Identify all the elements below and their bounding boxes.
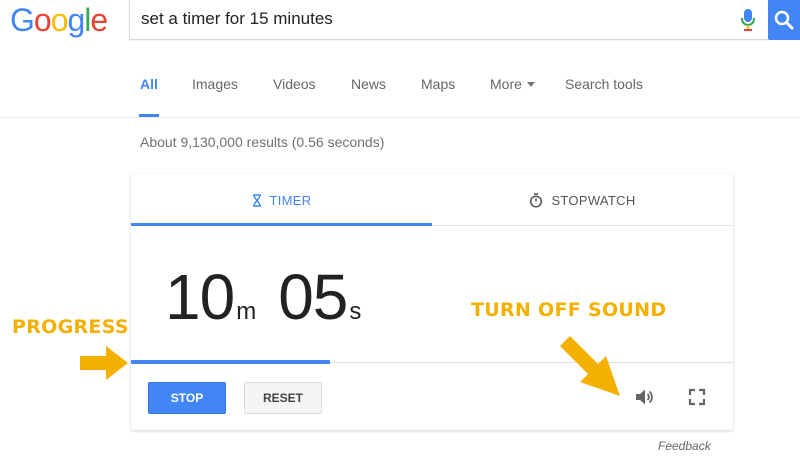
reset-button[interactable]: RESET	[244, 382, 322, 414]
tab-search-tools[interactable]: Search tools	[565, 76, 643, 92]
tab-all[interactable]: All	[140, 76, 158, 92]
tab-timer-label: TIMER	[269, 192, 312, 208]
mic-icon[interactable]	[740, 8, 756, 32]
logo-letter: G	[10, 2, 35, 38]
stop-button[interactable]: STOP	[148, 382, 226, 414]
timer-seconds: 05	[278, 261, 348, 333]
search-query: set a timer for 15 minutes	[141, 9, 333, 28]
timer-card-tabs: TIMER STOPWATCH	[131, 174, 733, 226]
header: Google set a timer for 15 minutes	[0, 0, 800, 40]
logo-letter: e	[90, 2, 108, 38]
logo-letter: o	[33, 2, 52, 38]
logo-letter: o	[50, 2, 69, 38]
feedback-link[interactable]: Feedback	[658, 439, 711, 453]
tab-news[interactable]: News	[351, 76, 386, 92]
google-logo[interactable]: Google	[10, 2, 108, 39]
annotation-arrow-right-icon	[80, 346, 128, 380]
tab-videos[interactable]: Videos	[273, 76, 316, 92]
active-tab-indicator	[139, 114, 159, 117]
logo-letter: g	[67, 2, 85, 38]
tab-more[interactable]: More	[490, 76, 535, 92]
timer-display: 10m 05s	[165, 262, 361, 332]
result-stats: About 9,130,000 results (0.56 seconds)	[140, 134, 385, 150]
speaker-icon[interactable]	[633, 386, 655, 408]
tab-stopwatch-label: STOPWATCH	[551, 192, 636, 208]
search-input[interactable]: set a timer for 15 minutes	[129, 0, 768, 40]
search-icon	[774, 10, 794, 30]
active-card-tab-indicator	[131, 223, 432, 226]
stopwatch-icon	[529, 192, 543, 208]
timer-seconds-unit: s	[349, 298, 362, 325]
timer-minutes: 10	[165, 261, 235, 333]
annotation-turn-off-sound: TURN OFF SOUND	[471, 299, 667, 321]
fullscreen-icon[interactable]	[687, 387, 707, 407]
hourglass-icon	[252, 193, 262, 207]
tab-images[interactable]: Images	[192, 76, 238, 92]
annotation-arrow-down-right-icon	[560, 336, 620, 396]
chevron-down-icon	[526, 82, 535, 87]
tab-timer[interactable]: TIMER	[131, 174, 432, 226]
tab-stopwatch[interactable]: STOPWATCH	[432, 174, 733, 226]
search-tabs: All Images Videos News Maps More Search …	[0, 58, 800, 118]
annotation-progress: PROGRESS	[12, 316, 129, 338]
search-button[interactable]	[768, 0, 800, 40]
timer-minutes-unit: m	[236, 298, 257, 325]
progress-bar	[131, 360, 330, 364]
tab-maps[interactable]: Maps	[421, 76, 455, 92]
tab-more-label: More	[490, 76, 522, 92]
